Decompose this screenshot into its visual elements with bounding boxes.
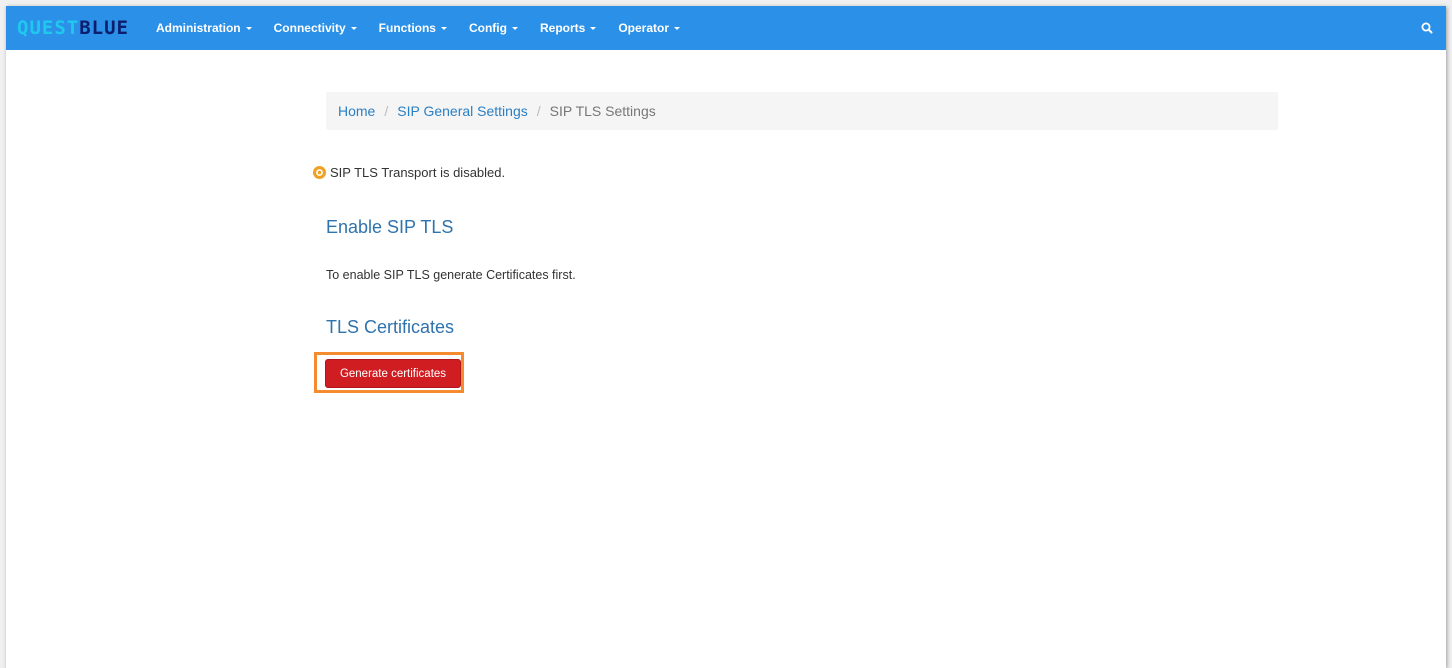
nav-menu: Administration Connectivity Functions Co… (145, 6, 691, 50)
nav-item-connectivity[interactable]: Connectivity (263, 6, 368, 50)
nav-item-operator[interactable]: Operator (607, 6, 691, 50)
warning-circle-icon (313, 166, 326, 179)
nav-item-label: Config (468, 21, 507, 35)
nav-item-administration[interactable]: Administration (145, 6, 263, 50)
top-navbar: QUEST BLUE Administration Connectivity Fu… (6, 6, 1446, 50)
breadcrumb-separator: / (384, 103, 389, 119)
nav-item-label: Connectivity (273, 21, 346, 35)
breadcrumb-home-link[interactable]: Home (338, 103, 375, 119)
nav-item-reports[interactable]: Reports (529, 6, 607, 50)
search-icon (1421, 22, 1433, 34)
nav-item-config[interactable]: Config (458, 6, 529, 50)
generate-certificates-button[interactable]: Generate certificates (325, 359, 461, 388)
status-text: SIP TLS Transport is disabled. (330, 165, 506, 180)
caret-down-icon (511, 26, 518, 30)
enable-instructions: To enable SIP TLS generate Certificates … (326, 268, 576, 282)
breadcrumb: Home / SIP General Settings / SIP TLS Se… (326, 92, 1278, 130)
caret-down-icon (590, 26, 597, 30)
questblue-logo[interactable]: QUEST BLUE (17, 6, 129, 50)
enable-sip-tls-heading: Enable SIP TLS (326, 217, 454, 237)
breadcrumb-sip-general-settings-link[interactable]: SIP General Settings (397, 103, 527, 119)
logo-text-blue: BLUE (79, 17, 129, 39)
nav-item-label: Functions (378, 21, 436, 35)
search-button[interactable] (1416, 17, 1438, 39)
caret-down-icon (674, 26, 681, 30)
logo-text-quest: QUEST (17, 17, 80, 39)
tls-certificates-heading: TLS Certificates (326, 317, 455, 337)
nav-item-label: Administration (155, 21, 241, 35)
nav-item-functions[interactable]: Functions (368, 6, 458, 50)
nav-item-label: Reports (539, 21, 586, 35)
caret-down-icon (245, 26, 252, 30)
tls-status-message: SIP TLS Transport is disabled. (313, 165, 505, 180)
caret-down-icon (350, 26, 357, 30)
nav-item-label: Operator (618, 21, 670, 35)
caret-down-icon (440, 26, 447, 30)
breadcrumb-separator: / (536, 103, 541, 119)
app-window: QUEST BLUE Administration Connectivity Fu… (6, 6, 1446, 668)
breadcrumb-current: SIP TLS Settings (549, 103, 656, 119)
